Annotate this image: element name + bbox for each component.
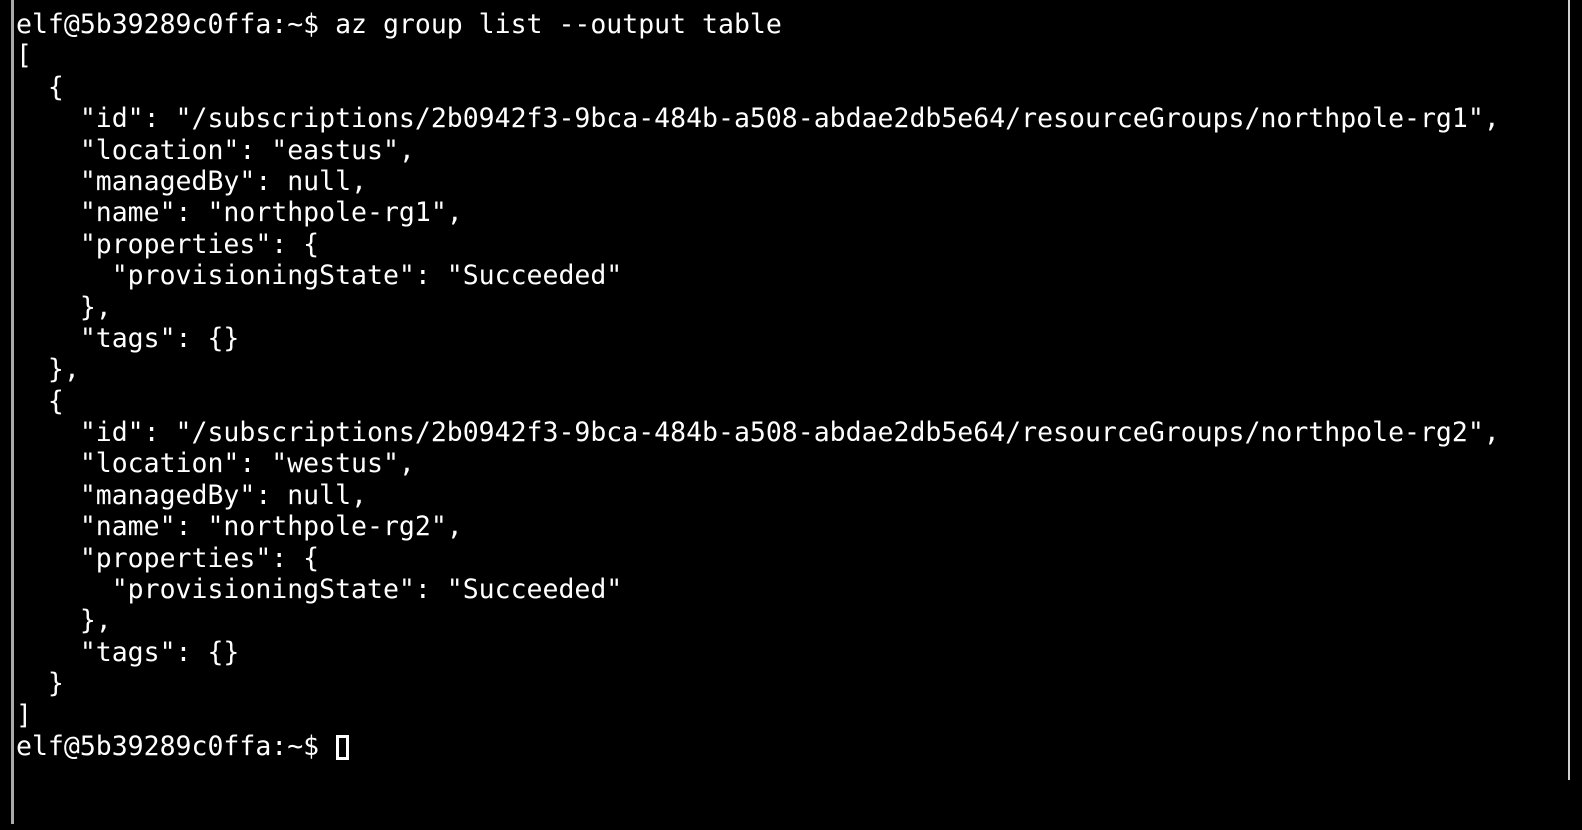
terminal-line-output: "managedBy": null, bbox=[16, 165, 367, 197]
left-edge-rule bbox=[11, 0, 14, 824]
terminal-line-output: "name": "northpole-rg2", bbox=[16, 511, 463, 543]
terminal-line-output: "managedBy": null, bbox=[16, 479, 367, 511]
terminal-line-output: [ bbox=[16, 40, 32, 72]
terminal-line-output: "location": "westus", bbox=[16, 448, 415, 480]
terminal-line-output: "tags": {} bbox=[16, 636, 240, 668]
terminal-line-output: "provisioningState": "Succeeded" bbox=[16, 260, 623, 292]
right-edge-rule bbox=[1568, 0, 1570, 780]
terminal-line-output: }, bbox=[16, 354, 80, 386]
terminal-screen[interactable]: elf@5b39289c0ffa:~$ az group list --outp… bbox=[16, 9, 1564, 821]
terminal-line-output: "id": "/subscriptions/2b0942f3-9bca-484b… bbox=[16, 417, 1500, 449]
terminal-line-output: "name": "northpole-rg1", bbox=[16, 197, 463, 229]
terminal-line-output: { bbox=[16, 385, 64, 417]
terminal-prompt-line[interactable]: elf@5b39289c0ffa:~$ bbox=[16, 731, 1564, 762]
terminal-line-output: "properties": { bbox=[16, 542, 320, 574]
terminal-line-output: "tags": {} bbox=[16, 322, 240, 354]
terminal-line-output: "properties": { bbox=[16, 228, 320, 260]
terminal-window[interactable]: elf@5b39289c0ffa:~$ az group list --outp… bbox=[0, 0, 1582, 830]
terminal-line-output: ] bbox=[16, 699, 32, 731]
shell-prompt: elf@5b39289c0ffa:~$ bbox=[16, 730, 336, 762]
terminal-line-output: "location": "eastus", bbox=[16, 134, 415, 166]
terminal-line-output: "provisioningState": "Succeeded" bbox=[16, 574, 623, 606]
terminal-line-output: "id": "/subscriptions/2b0942f3-9bca-484b… bbox=[16, 103, 1500, 135]
terminal-line-output: } bbox=[16, 668, 64, 700]
terminal-line-command: elf@5b39289c0ffa:~$ az group list --outp… bbox=[16, 9, 782, 40]
terminal-line-output: { bbox=[16, 71, 64, 103]
terminal-line-output: }, bbox=[16, 605, 112, 637]
text-cursor bbox=[336, 735, 350, 761]
terminal-line-output: }, bbox=[16, 291, 112, 323]
